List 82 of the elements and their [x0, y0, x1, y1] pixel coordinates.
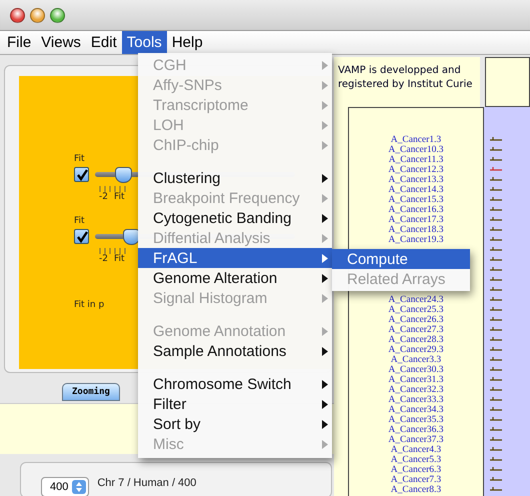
- fit-label: Fit: [74, 216, 85, 226]
- sample-name[interactable]: A_Cancer4.3: [390, 445, 442, 455]
- menu-item[interactable]: Compute: [332, 249, 470, 269]
- sample-name[interactable]: A_Cancer1.3: [390, 135, 442, 145]
- credit-text: VAMP is developped and registered by Institut Curie: [334, 57, 480, 107]
- submenu-arrow-icon: [322, 120, 328, 130]
- sample-name[interactable]: A_Cancer7.3: [390, 475, 442, 485]
- sample-name[interactable]: A_Cancer36.3: [388, 425, 444, 435]
- sample-name[interactable]: A_Cancer10.3: [388, 145, 444, 155]
- sample-name[interactable]: A_Cancer3.3: [390, 355, 442, 365]
- menu-item[interactable]: Chromosome Switch: [138, 374, 332, 394]
- menu-item[interactable]: FrAGL: [138, 248, 332, 268]
- submenu-arrow-icon: [322, 60, 328, 70]
- submenu-arrow-icon: [322, 420, 328, 428]
- submenu-arrow-icon: [322, 326, 328, 336]
- zooming-tab[interactable]: Zooming: [62, 383, 120, 401]
- tick-label: Fit: [114, 254, 125, 264]
- sample-name[interactable]: A_Cancer37.3: [388, 435, 444, 445]
- close-button[interactable]: [10, 8, 25, 22]
- sample-name[interactable]: A_Cancer28.3: [388, 335, 444, 345]
- fit-text: Fit in p: [74, 300, 106, 310]
- sample-name[interactable]: A_Cancer30.3: [388, 365, 444, 375]
- sample-name[interactable]: A_Cancer26.3: [388, 315, 444, 325]
- sample-info: Chr 7 / Human / 400: [97, 477, 196, 489]
- submenu-arrow-icon: [322, 346, 328, 356]
- menu-title[interactable]: Views: [36, 31, 86, 54]
- sample-name[interactable]: A_Cancer13.3: [388, 175, 444, 185]
- menu-item[interactable]: Genome Alteration: [138, 268, 332, 288]
- sample-name[interactable]: A_Cancer31.3: [388, 375, 444, 385]
- sample-name[interactable]: A_Cancer11.3: [388, 155, 444, 165]
- submenu-arrow-icon: [322, 274, 328, 282]
- submenu-arrow-icon: [322, 214, 328, 222]
- fit-checkbox[interactable]: [74, 167, 89, 182]
- menu-item[interactable]: Filter: [138, 394, 332, 414]
- fit-label: Fit: [74, 154, 85, 164]
- submenu-arrow-icon: [322, 80, 328, 90]
- sample-name[interactable]: A_Cancer5.3: [390, 455, 442, 465]
- menu-item[interactable]: Clustering: [138, 168, 332, 188]
- tick-label: -2: [99, 254, 108, 264]
- sample-name[interactable]: A_Cancer12.3: [388, 165, 444, 175]
- fit-checkbox[interactable]: [74, 229, 89, 244]
- slider-thumb[interactable]: [115, 167, 132, 183]
- sample-name[interactable]: A_Cancer34.3: [388, 405, 444, 415]
- menu-item[interactable]: Cytogenetic Banding: [138, 208, 332, 228]
- menu-title[interactable]: Edit: [86, 31, 122, 54]
- menu-item[interactable]: Sample Annotations: [138, 341, 332, 361]
- submenu-arrow-icon: [322, 380, 328, 388]
- submenu-arrow-icon: [322, 194, 328, 202]
- sample-name[interactable]: A_Cancer32.3: [388, 385, 444, 395]
- sample-name[interactable]: A_Cancer8.3: [390, 485, 442, 495]
- sample-name[interactable]: A_Cancer35.3: [388, 415, 444, 425]
- menu-title[interactable]: File: [2, 31, 36, 54]
- submenu-arrow-icon: [322, 400, 328, 408]
- sample-name[interactable]: A_Cancer29.3: [388, 345, 444, 355]
- sample-name[interactable]: A_Cancer18.3: [388, 225, 444, 235]
- menu-title[interactable]: Tools: [122, 31, 167, 54]
- header-panel: [485, 57, 530, 107]
- submenu-arrow-icon: [322, 294, 328, 302]
- menu-title[interactable]: Help: [166, 31, 208, 54]
- tick-label: -2: [99, 192, 108, 202]
- sample-name[interactable]: A_Cancer15.3: [388, 195, 444, 205]
- tick-label: Fit: [114, 192, 125, 202]
- menu-item[interactable]: Sort by: [138, 414, 332, 434]
- sample-name[interactable]: A_Cancer27.3: [388, 325, 444, 335]
- submenu-arrow-icon: [322, 174, 328, 182]
- sample-name[interactable]: A_Cancer6.3: [390, 465, 442, 475]
- sample-name[interactable]: A_Cancer24.3: [388, 295, 444, 305]
- sample-name[interactable]: A_Cancer14.3: [388, 185, 444, 195]
- stepper-arrows-icon: [72, 480, 86, 494]
- zoom-button[interactable]: [50, 8, 65, 22]
- sample-name[interactable]: A_Cancer33.3: [388, 395, 444, 405]
- submenu-arrow-icon: [322, 140, 328, 150]
- sample-name[interactable]: A_Cancer16.3: [388, 205, 444, 215]
- submenu-arrow-icon: [322, 100, 328, 110]
- sample-name[interactable]: A_Cancer25.3: [388, 305, 444, 315]
- submenu-arrow-icon: [322, 440, 328, 448]
- submenu-arrow-icon: [322, 254, 328, 262]
- minimize-button[interactable]: [30, 8, 45, 22]
- sample-name[interactable]: A_Cancer17.3: [388, 215, 444, 225]
- zoom-stepper[interactable]: 400: [41, 477, 90, 496]
- submenu-arrow-icon: [322, 234, 328, 242]
- sample-name[interactable]: A_Cancer19.3: [388, 235, 444, 245]
